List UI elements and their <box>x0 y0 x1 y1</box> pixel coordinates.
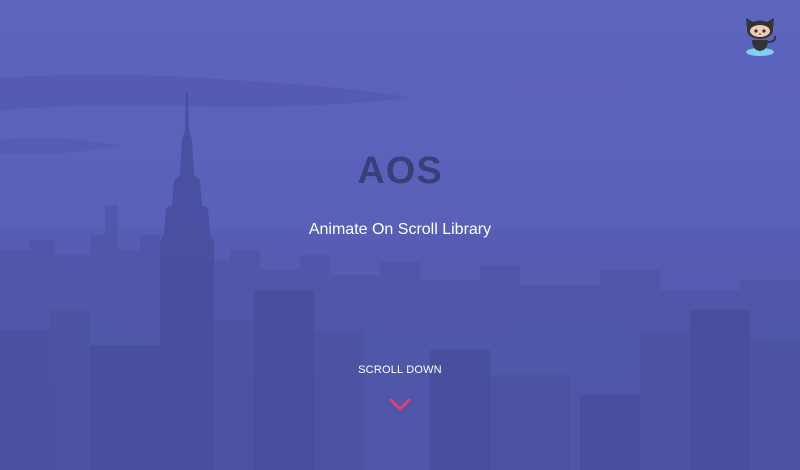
chevron-down-icon[interactable] <box>389 398 411 412</box>
scroll-down-link[interactable]: SCROLL DOWN <box>0 364 800 376</box>
page-subtitle: Animate On Scroll Library <box>308 221 492 238</box>
page-title: AOS <box>357 150 443 192</box>
octocat-icon[interactable] <box>738 12 782 58</box>
hero-section: AOS Animate On Scroll Library SCROLL DOW… <box>0 0 800 470</box>
